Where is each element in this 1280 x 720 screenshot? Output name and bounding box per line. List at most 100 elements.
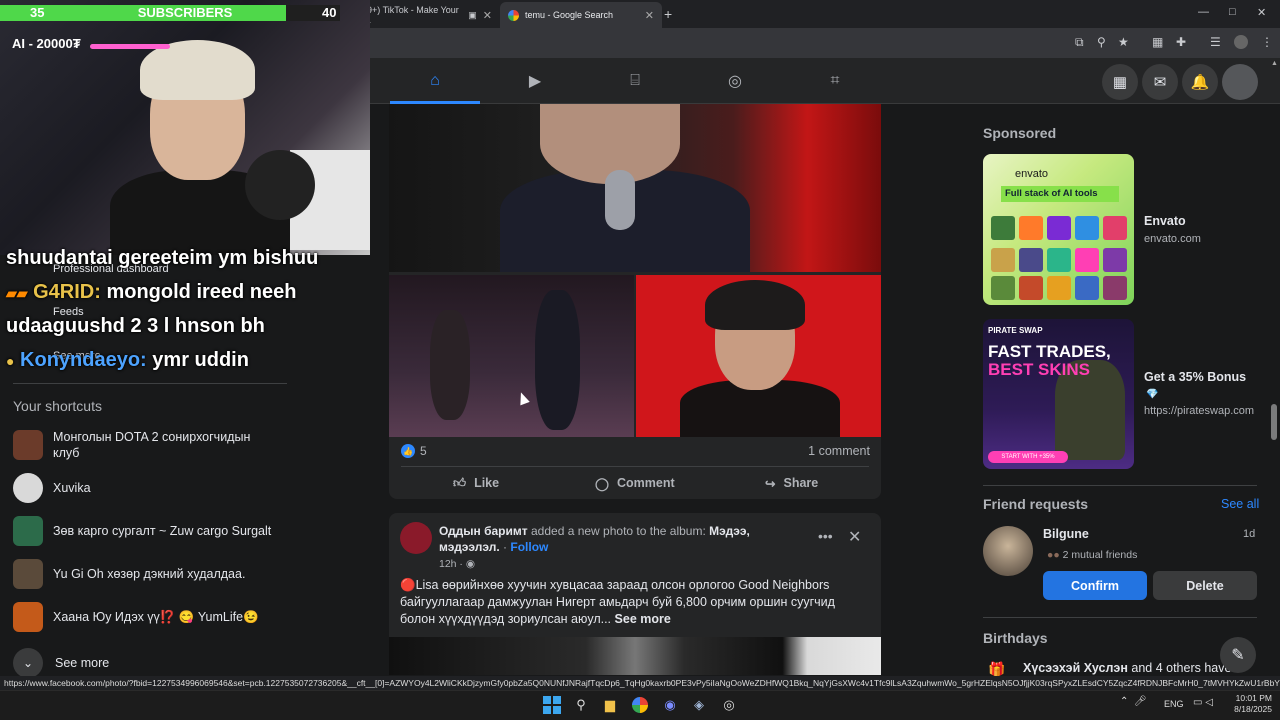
hide-post-button[interactable]: ✕: [848, 527, 861, 547]
follow-link[interactable]: Follow: [510, 540, 548, 554]
profile-avatar[interactable]: [1234, 35, 1248, 49]
scroll-up-arrow-icon[interactable]: ▲: [1271, 60, 1278, 67]
language-indicator[interactable]: ENG: [1164, 699, 1184, 709]
shortcut-item[interactable]: Зөв карго сургалт ~ Zuw cargo Surgalt: [13, 514, 313, 548]
post-options-button[interactable]: •••: [818, 528, 833, 544]
obs-icon[interactable]: ◎: [720, 696, 738, 714]
compose-icon: ✎: [1231, 647, 1245, 664]
chrome-icon[interactable]: [631, 696, 649, 714]
see-more-label: See more: [55, 656, 110, 670]
delete-button[interactable]: Delete: [1153, 571, 1257, 600]
page-avatar[interactable]: [400, 522, 432, 554]
tab-label: (99+) TikTok - Make Your Da: [359, 5, 459, 25]
comment-count[interactable]: 1 comment: [800, 444, 870, 458]
post-photo-left[interactable]: [389, 275, 634, 437]
like-reaction-icon[interactable]: 👍: [401, 444, 415, 458]
post-photo[interactable]: [389, 637, 881, 675]
shortcut-item[interactable]: Монголын DOTA 2 сонирхогчидын клуб: [13, 428, 313, 462]
see-more-shortcuts[interactable]: ⌄ See more: [13, 648, 109, 678]
close-window-button[interactable]: ✕: [1257, 6, 1266, 19]
ad-pirateswap-url[interactable]: https://pirateswap.com: [1144, 405, 1254, 417]
shortcut-avatar: [13, 559, 43, 589]
subscriber-label: SUBSCRIBERS: [137, 5, 233, 20]
ad-tile: [1047, 276, 1071, 300]
ad-tile: [1103, 276, 1127, 300]
windows-start-icon[interactable]: [543, 696, 561, 714]
shortcut-label: Монголын DOTA 2 сонирхогчидын клуб: [53, 430, 251, 460]
extension-badge-icon[interactable]: ▦: [1152, 35, 1163, 49]
shortcut-avatar: [13, 430, 43, 460]
photo-figure: [430, 310, 470, 420]
tab-google-search[interactable]: temu - Google Search ✕: [500, 2, 662, 28]
post-header: Оддын баримт added a new photo to the al…: [439, 524, 750, 554]
extensions-icon[interactable]: ✚: [1176, 35, 1186, 49]
bookmark-star-icon[interactable]: ★: [1118, 35, 1129, 49]
ad-headline-line: FAST TRADES,: [988, 342, 1111, 361]
shortcut-label: Зөв карго сургалт ~ Zuw cargo Surgalt: [53, 524, 272, 538]
zoom-icon[interactable]: ⚲: [1097, 35, 1106, 49]
google-icon: [508, 9, 519, 21]
confirm-button[interactable]: Confirm: [1043, 571, 1147, 600]
network-volume-icons[interactable]: ▭ ◁: [1193, 697, 1213, 708]
discord-icon[interactable]: ◉: [661, 696, 679, 714]
shortcut-item[interactable]: Xuvika: [13, 471, 313, 505]
video-icon[interactable]: ▶: [524, 70, 546, 92]
thumbs-up-icon: 👍︎: [453, 475, 467, 490]
ad-tile: [991, 216, 1015, 240]
chat-text: mongold ireed neeh: [106, 281, 297, 303]
notifications-bell-icon[interactable]: 🔔: [1182, 64, 1218, 100]
menu-grid-icon[interactable]: ▦: [1102, 64, 1138, 100]
cast-icon[interactable]: ⧉: [1075, 35, 1084, 50]
system-tray[interactable]: ⌃ 🎤︎: [1120, 696, 1147, 707]
post-action: added a new photo to the album:: [531, 524, 706, 538]
minimize-button[interactable]: —: [1198, 6, 1209, 18]
clock-date: 8/18/2025: [1234, 704, 1272, 714]
marketplace-icon[interactable]: ⌸: [624, 70, 646, 92]
see-all-link[interactable]: See all: [1221, 497, 1259, 511]
gaming-icon[interactable]: ⌗: [824, 70, 846, 92]
groups-icon[interactable]: ◎: [724, 70, 746, 92]
friend-request-name[interactable]: Bilgune: [1043, 527, 1089, 541]
search-icon[interactable]: ⚲: [572, 696, 590, 714]
new-tab-button[interactable]: +: [664, 6, 672, 22]
account-avatar[interactable]: [1222, 64, 1258, 100]
birthday-rest: and 4 others have: [1131, 661, 1232, 675]
share-button[interactable]: ↪ Share: [765, 474, 818, 492]
steam-icon[interactable]: ◈: [690, 696, 708, 714]
photo-figure: [705, 280, 805, 330]
file-explorer-icon[interactable]: ▆: [601, 696, 619, 714]
reading-list-icon[interactable]: ☰: [1210, 35, 1221, 49]
chrome-menu-icon[interactable]: ⋮: [1261, 35, 1273, 49]
new-message-button[interactable]: ✎: [1220, 637, 1256, 673]
scrollbar-thumb[interactable]: [1271, 404, 1277, 440]
close-tab-icon[interactable]: ✕: [645, 9, 654, 22]
comment-button[interactable]: ◯ Comment: [595, 474, 675, 492]
ad-envato-image[interactable]: [983, 154, 1134, 305]
post-time[interactable]: 12h · ◉: [439, 558, 475, 570]
maximize-button[interactable]: □: [1229, 6, 1236, 18]
shortcut-item[interactable]: Хаана Юу Идэх үү⁉️ 😋 YumLife😉: [13, 600, 313, 634]
messenger-icon[interactable]: ✉: [1142, 64, 1178, 100]
birthday-text[interactable]: Хүсээхэй Хуслэн and 4 others have: [1023, 661, 1231, 675]
divider: [13, 383, 287, 384]
chat-username: Konyndaeyo:: [20, 349, 147, 371]
ad-envato-url[interactable]: envato.com: [1144, 233, 1201, 245]
diamond-icon: 💎: [1146, 389, 1159, 400]
ad-envato-name[interactable]: Envato: [1144, 214, 1186, 228]
post-author[interactable]: Оддын баримт: [439, 524, 528, 538]
ad-tile: [1075, 216, 1099, 240]
ad-pirateswap-name[interactable]: Get a 35% Bonus: [1144, 370, 1246, 384]
friend-request-avatar[interactable]: [983, 526, 1033, 576]
comment-label: Comment: [617, 476, 675, 490]
close-tab-icon[interactable]: ✕: [483, 9, 492, 22]
ad-tile: [991, 276, 1015, 300]
taskbar-clock[interactable]: 10:01 PM 8/18/2025: [1228, 693, 1272, 715]
shortcut-item[interactable]: Yu Gi Oh хөзөр дэкний худалдаа.: [13, 557, 313, 591]
chat-text: ymr uddin: [152, 349, 249, 371]
globe-icon: ◉: [465, 558, 476, 570]
see-more-link[interactable]: See more: [615, 612, 671, 626]
home-icon[interactable]: ⌂: [424, 70, 446, 92]
like-button[interactable]: 👍︎ Like: [453, 474, 499, 492]
ad-tile: [1047, 248, 1071, 272]
like-count[interactable]: 5: [420, 444, 427, 458]
